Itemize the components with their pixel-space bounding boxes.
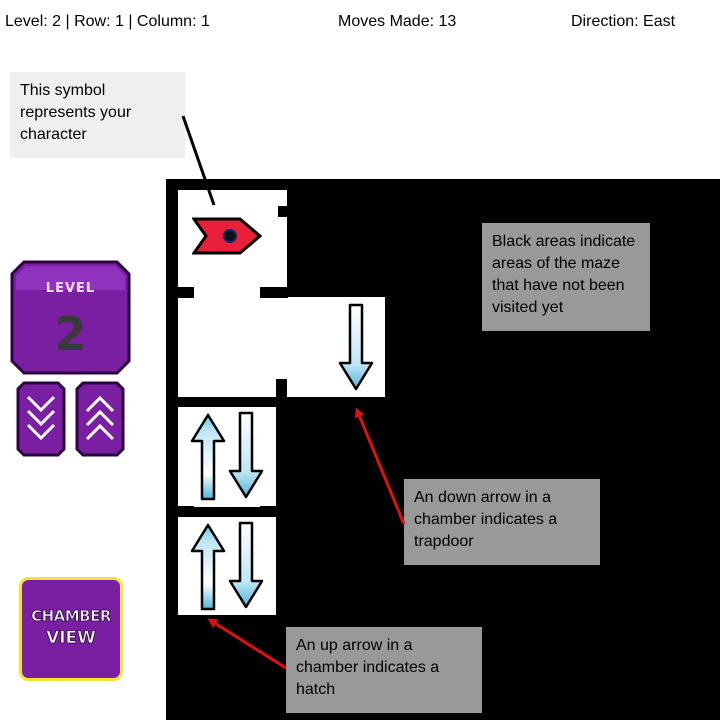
chamber-view-line1: CHAMBER [31,607,112,625]
level-badge-number: 2 [54,307,86,361]
chamber-view-line2: VIEW [46,628,96,648]
status-level-row-column: Level: 2 | Row: 1 | Column: 1 [5,13,210,30]
wall-stub [178,287,194,298]
wall-stub [260,506,276,517]
chamber-view-button[interactable]: CHAMBER VIEW [19,577,123,681]
level-up-button[interactable] [75,381,125,457]
wall-stub [276,379,287,397]
callout-character: This symbol represents your character [10,72,185,158]
down-arrow-icon [228,521,264,609]
level-badge: LEVEL 2 [10,260,131,375]
callout-unvisited-areas: Black areas indicate areas of the maze t… [482,223,650,331]
level-badge-word: LEVEL [46,281,95,296]
status-moves-made: Moves Made: 13 [338,13,457,30]
up-arrow-icon [190,523,226,611]
character-flag-icon [192,217,262,255]
up-arrow-icon [190,413,226,501]
status-direction: Direction: East [571,13,676,30]
down-arrow-icon [338,303,374,391]
level-down-button[interactable] [16,381,66,457]
wall-stub [278,206,288,217]
callout-trapdoor: An down arrow in a chamber indicates a t… [404,479,600,565]
callout-hatch: An up arrow in a chamber indicates a hat… [286,627,482,713]
down-arrow-icon [228,411,264,499]
wall-stub [178,506,194,517]
wall-stub [260,287,288,298]
maze-room-2-1 [178,297,287,397]
